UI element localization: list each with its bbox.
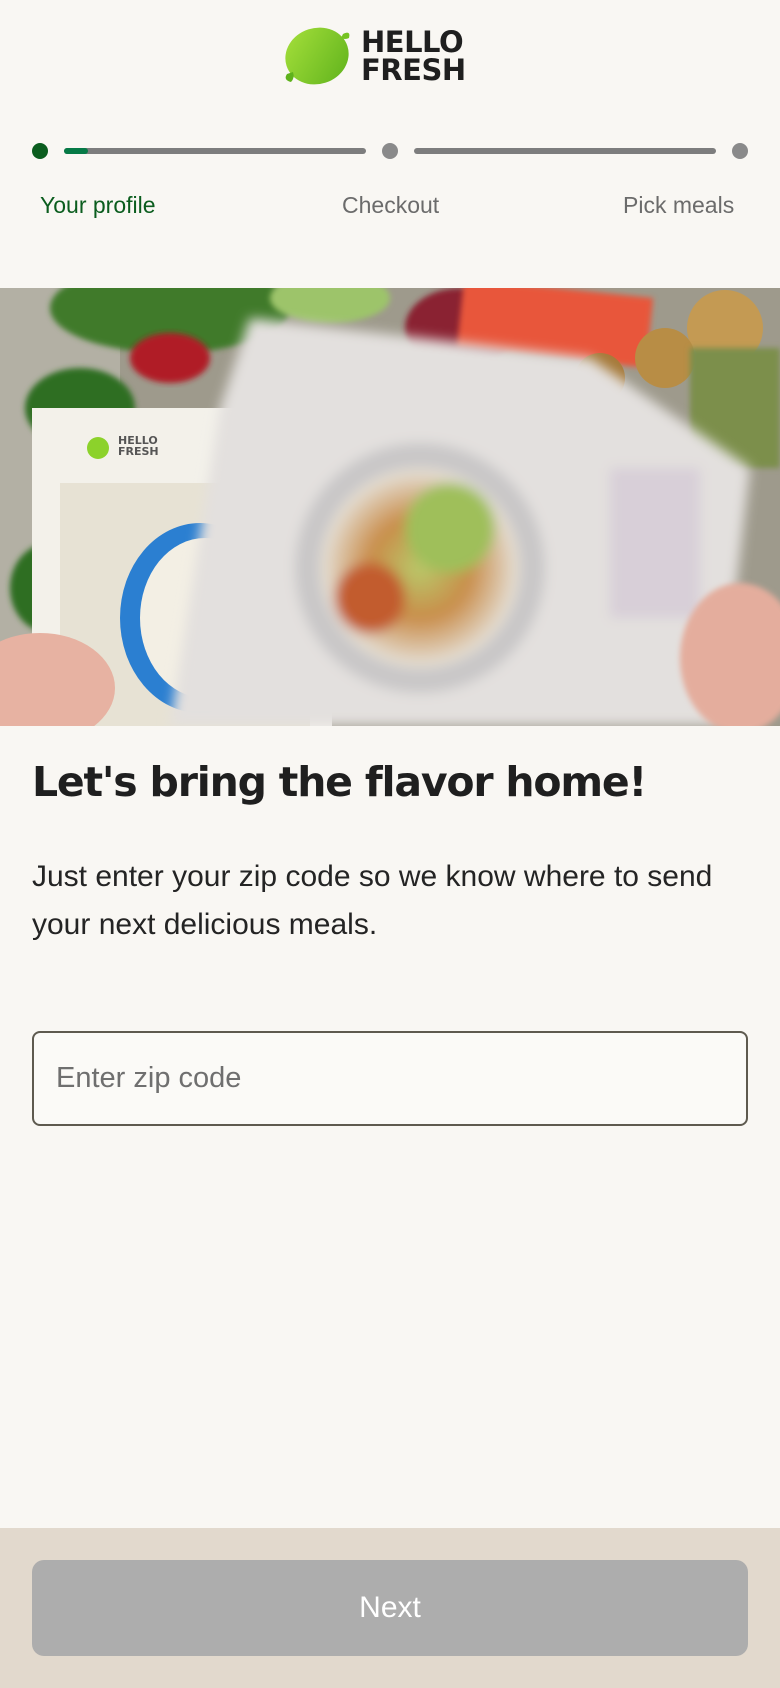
page-subtitle: Just enter your zip code so we know wher… — [32, 860, 713, 941]
hero-image: HELLO FRESH — [0, 288, 780, 726]
step-track-2 — [414, 148, 716, 154]
lime-logo-icon — [285, 27, 350, 85]
svg-text:FRESH: FRESH — [118, 445, 159, 458]
zip-code-input[interactable] — [32, 1031, 748, 1126]
step-label-pick-meals: Pick meals — [623, 192, 735, 218]
step-label-profile: Your profile — [40, 192, 156, 218]
step-track-1 — [64, 148, 366, 154]
logo-wordmark: HELLO FRESH — [361, 25, 466, 87]
hellofresh-logo[interactable]: HELLO FRESH — [281, 24, 466, 88]
step-labels: Your profile Checkout Pick meals — [0, 192, 780, 222]
step-dot-checkout — [382, 143, 398, 159]
logo-line2: FRESH — [361, 53, 466, 87]
footer-bar: Next — [0, 1528, 780, 1688]
step-label-checkout: Checkout — [342, 192, 440, 218]
progress-stepper — [32, 140, 748, 164]
step-dot-profile — [32, 143, 48, 159]
header: HELLO FRESH — [0, 0, 780, 120]
logo-line1: HELLO — [361, 25, 464, 59]
page-title: Let's bring the flavor home! — [32, 758, 647, 806]
step-track-1-fill — [64, 148, 89, 154]
next-button[interactable]: Next — [32, 1560, 748, 1656]
step-dot-pick-meals — [732, 143, 748, 159]
hero-illustration: HELLO FRESH — [0, 288, 780, 726]
